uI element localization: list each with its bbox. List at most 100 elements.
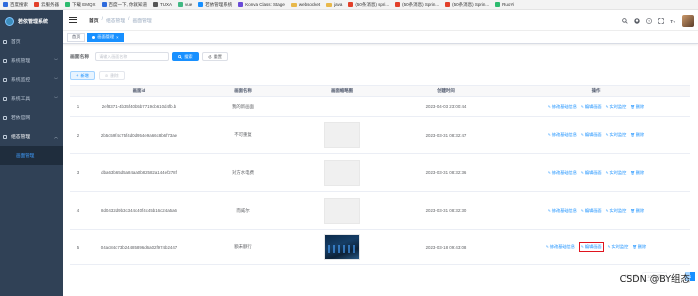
add-button[interactable]: + 新增 (70, 71, 95, 80)
thumbnail-image[interactable] (324, 234, 360, 260)
sidebar-logo[interactable]: 若依管理系统 (0, 10, 63, 32)
monitor-link[interactable]: ✎ 实时监控 (606, 132, 627, 138)
edit-info-link[interactable]: ✎ 修改基础信息 (546, 242, 575, 252)
hamburger-icon[interactable] (69, 17, 77, 23)
bookmark-label: 下载 EMQX (72, 1, 96, 7)
edit-icon: ✎ (545, 245, 549, 249)
bookmark-item[interactable]: 下载 EMQX (65, 2, 96, 8)
edit-icon: ✎ (580, 170, 584, 175)
bookmark-item[interactable]: 百度一下, 你就知道 (101, 2, 147, 8)
bookmark-item[interactable]: (50条消息) spri... (348, 2, 389, 8)
action-label: 实时监控 (609, 207, 627, 213)
search-input[interactable]: 请输入画面名称 (95, 52, 170, 61)
edit-screen-link[interactable]: ✎ 编辑画面 (581, 208, 602, 214)
delete-link[interactable]: 🗑 删除 (630, 132, 644, 138)
delete-link[interactable]: 🗑 删除 (630, 208, 644, 214)
action-label: 编辑画面 (584, 103, 602, 109)
close-icon[interactable]: × (116, 35, 118, 40)
github-icon[interactable] (634, 18, 640, 24)
edit-info-link[interactable]: ✎ 修改基础信息 (548, 208, 577, 214)
search-icon[interactable] (622, 18, 628, 24)
refresh-icon (208, 54, 212, 58)
bookmark-label: Konva Class: Stage (245, 2, 285, 7)
bookmark-label: TUXA (160, 2, 173, 7)
sidebar-item[interactable]: 系统管理 ﹀ (0, 51, 63, 70)
edit-info-link[interactable]: ✎ 修改基础信息 (548, 170, 577, 176)
search-button[interactable]: 搜索 (172, 52, 199, 61)
menu-icon (3, 39, 7, 44)
bookmark-item[interactable]: vue (178, 2, 192, 7)
row-actions: ✎ 修改基础信息 ✎ 编辑画面 ✎ 实时监控 🗑 删除 (548, 104, 644, 110)
tag-screen-manage[interactable]: 画面管理 × (87, 32, 124, 42)
sidebar-item[interactable]: 系统工具 ﹀ (0, 89, 63, 108)
col-header-actions: 操作 (591, 88, 601, 93)
delete-link[interactable]: 🗑 删除 (630, 104, 644, 110)
monitor-link[interactable]: ✎ 实时监控 (606, 170, 627, 176)
cell-thumbnail (294, 197, 390, 224)
action-label: 修改基础信息 (551, 103, 577, 109)
avatar[interactable] (682, 15, 694, 27)
table-row: 3 dba63b65d5a84aa0b82582a144ef278f 对方水电费 20… (70, 154, 690, 192)
edit-screen-link[interactable]: ✎ 编辑画面 (581, 170, 602, 176)
breadcrumb-home[interactable]: 首页 (89, 17, 99, 24)
sidebar-item-zutai[interactable]: 组态管理 ︿ (0, 127, 63, 146)
bookmark-item[interactable]: Konva Class: Stage (238, 2, 285, 7)
bookmark-item[interactable]: (50条消息) Sprin... (395, 2, 439, 8)
bookmark-item[interactable]: (50条消息) Sprin... (445, 2, 489, 8)
main-content: 画面名称 请输入画面名称 搜索 重置 + 新增 ⊘ 删除 画面id 画面名称 画… (63, 44, 698, 296)
sidebar-item-label: 系统工具 (11, 97, 31, 102)
bookmark-item[interactable]: RuoYi (495, 2, 514, 7)
font-size-icon[interactable]: TT (670, 18, 676, 24)
svg-text:?: ? (648, 19, 650, 23)
watermark: CSDN @BY组态 (619, 271, 690, 285)
menu-icon (3, 77, 7, 82)
menu-icon (3, 58, 7, 63)
monitor-link[interactable]: ✎ 实时监控 (608, 242, 629, 252)
bookmark-item[interactable]: TUXA (153, 2, 172, 7)
edit-icon: ✎ (580, 133, 584, 137)
sidebar-item[interactable]: 若依官网 (0, 108, 63, 127)
tag-home[interactable]: 首页 (67, 32, 86, 42)
edit-screen-link[interactable]: ✎ 编辑画面 (581, 104, 602, 110)
delete-link[interactable]: 🗑 删除 (632, 242, 646, 252)
cell-name: 我的新画面 (232, 103, 254, 109)
favicon-icon (238, 2, 244, 7)
monitor-link[interactable]: ✎ 实时监控 (606, 208, 627, 214)
fullscreen-icon[interactable] (658, 18, 664, 24)
bookmark-item[interactable]: 若依管理系统 (198, 2, 232, 8)
question-icon[interactable]: ? (646, 18, 652, 24)
monitor-link[interactable]: ✎ 实时监控 (606, 104, 627, 110)
col-header-created: 创建时间 (437, 88, 455, 93)
sidebar-item[interactable]: 系统监控 ﹀ (0, 70, 63, 89)
thumbnail-image[interactable] (324, 197, 360, 224)
table-row: 4 8d0432d9b3c344c40f4c45b16c24a5a6 而威尔 2023… (70, 192, 690, 230)
sidebar: 若依管理系统 首页 系统管理 ﹀ 系统监控 ﹀ 系统工具 ﹀ 若依官网 组态管理 ︿ 画面管理 (0, 10, 63, 296)
edit-screen-link[interactable]: ✎ 编辑画面 (581, 132, 602, 138)
delete-link[interactable]: 🗑 删除 (630, 170, 644, 176)
reset-button[interactable]: 重置 (201, 52, 228, 61)
thumbnail-image[interactable] (324, 122, 360, 148)
bookmark-item[interactable]: websocket (290, 2, 320, 7)
edit-icon: ✎ (605, 170, 609, 175)
edit-info-link[interactable]: ✎ 修改基础信息 (548, 104, 577, 110)
bookmark-item[interactable]: 百度搜索 (3, 2, 28, 8)
sidebar-item[interactable]: 首页 (0, 32, 63, 51)
action-label: 实时监控 (609, 132, 627, 137)
sidebar-subitem-screen-manage[interactable]: 画面管理 (0, 146, 63, 165)
action-label: 删除 (635, 169, 645, 175)
bookmark-item[interactable]: 云服务器 (34, 2, 59, 8)
bookmark-label: (50条消息) Sprin... (402, 1, 440, 7)
edit-icon: ✎ (547, 170, 551, 175)
edit-icon: ✎ (580, 208, 584, 213)
edit-screen-link[interactable]: ✎ 编辑画面 (578, 242, 604, 252)
folder-icon (326, 2, 333, 7)
action-label: 删除 (637, 244, 647, 249)
navbar: 首页 / 组态管理 / 画面管理 ? TT (63, 10, 698, 31)
edit-info-link[interactable]: ✎ 修改基础信息 (548, 132, 577, 138)
bookmark-item[interactable]: java (326, 2, 342, 7)
thumbnail-image[interactable] (324, 159, 360, 186)
col-header-thumbnail: 画面缩略图 (331, 88, 353, 93)
delete-button[interactable]: ⊘ 删除 (98, 71, 125, 80)
tag-label: 画面管理 (97, 34, 115, 39)
cell-id: 2ef8371-4b35f40b5b7719cb610d4fb.b (101, 104, 177, 109)
